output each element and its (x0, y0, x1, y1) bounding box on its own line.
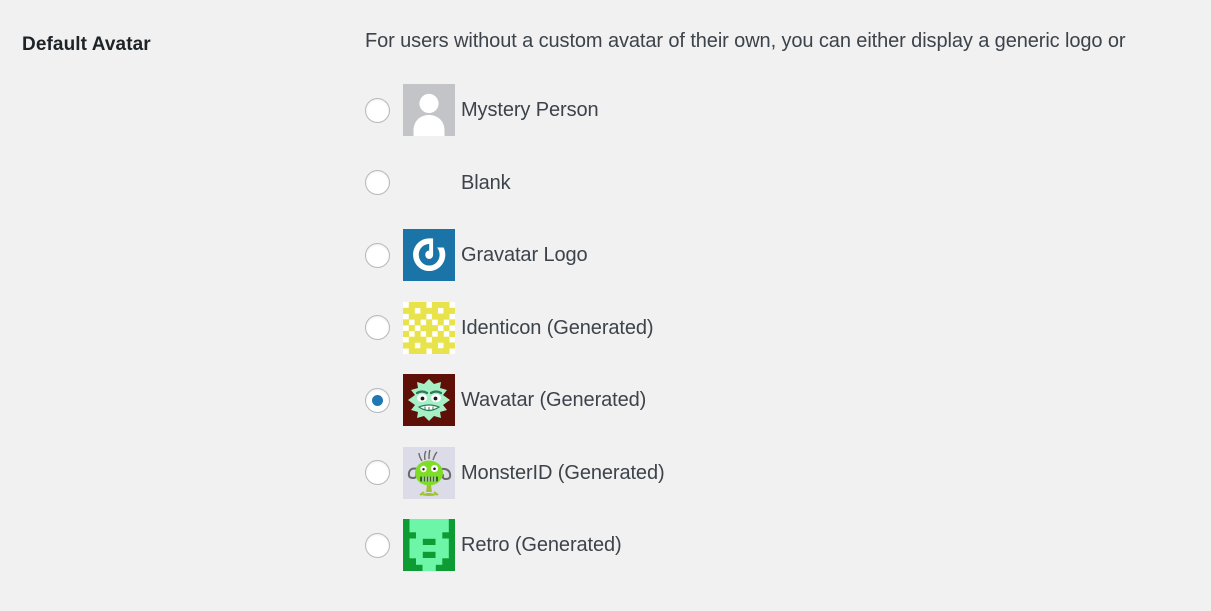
avatar-option-label[interactable]: Mystery Person (461, 100, 599, 120)
radio-mystery-person[interactable] (365, 97, 390, 123)
avatar-options-list: Mystery Person Blank Gravatar Logo Identico… (365, 74, 1211, 582)
radio-gravatar-logo[interactable] (365, 242, 390, 268)
avatar-option-label[interactable]: Retro (Generated) (461, 535, 622, 555)
radio-wavatar[interactable] (365, 387, 390, 413)
mystery-person-avatar (403, 84, 455, 137)
wavatar-avatar (403, 374, 455, 427)
gravatar-logo-avatar (403, 229, 455, 282)
avatar-option-label[interactable]: MonsterID (Generated) (461, 463, 665, 483)
identicon-avatar (403, 301, 455, 354)
radio-retro[interactable] (365, 532, 390, 558)
avatar-option-retro[interactable]: Retro (Generated) (365, 509, 1211, 582)
blank-avatar (403, 157, 455, 209)
monsterid-avatar (403, 446, 455, 499)
avatar-option-blank[interactable]: Blank (365, 147, 1211, 220)
retro-avatar (403, 519, 455, 572)
default-avatar-description: For users without a custom avatar of the… (365, 30, 1126, 52)
radio-blank[interactable] (365, 170, 390, 196)
avatar-option-identicon[interactable]: Identicon (Generated) (365, 292, 1211, 365)
avatar-option-gravatar-logo[interactable]: Gravatar Logo (365, 219, 1211, 292)
settings-label-column: Default Avatar (0, 0, 365, 58)
radio-identicon[interactable] (365, 315, 390, 341)
avatar-option-label[interactable]: Blank (461, 173, 511, 193)
avatar-option-monsterid[interactable]: MonsterID (Generated) (365, 437, 1211, 510)
avatar-option-wavatar[interactable]: Wavatar (Generated) (365, 364, 1211, 437)
radio-monsterid[interactable] (365, 460, 390, 486)
avatar-option-label[interactable]: Wavatar (Generated) (461, 390, 646, 410)
avatar-option-label[interactable]: Gravatar Logo (461, 245, 588, 265)
avatar-option-mystery-person[interactable]: Mystery Person (365, 74, 1211, 147)
settings-field-column: For users without a custom avatar of the… (365, 0, 1211, 582)
avatar-option-label[interactable]: Identicon (Generated) (461, 318, 654, 338)
default-avatar-settings-row: Default Avatar For users without a custo… (0, 0, 1211, 611)
page-title: Default Avatar (22, 34, 151, 55)
